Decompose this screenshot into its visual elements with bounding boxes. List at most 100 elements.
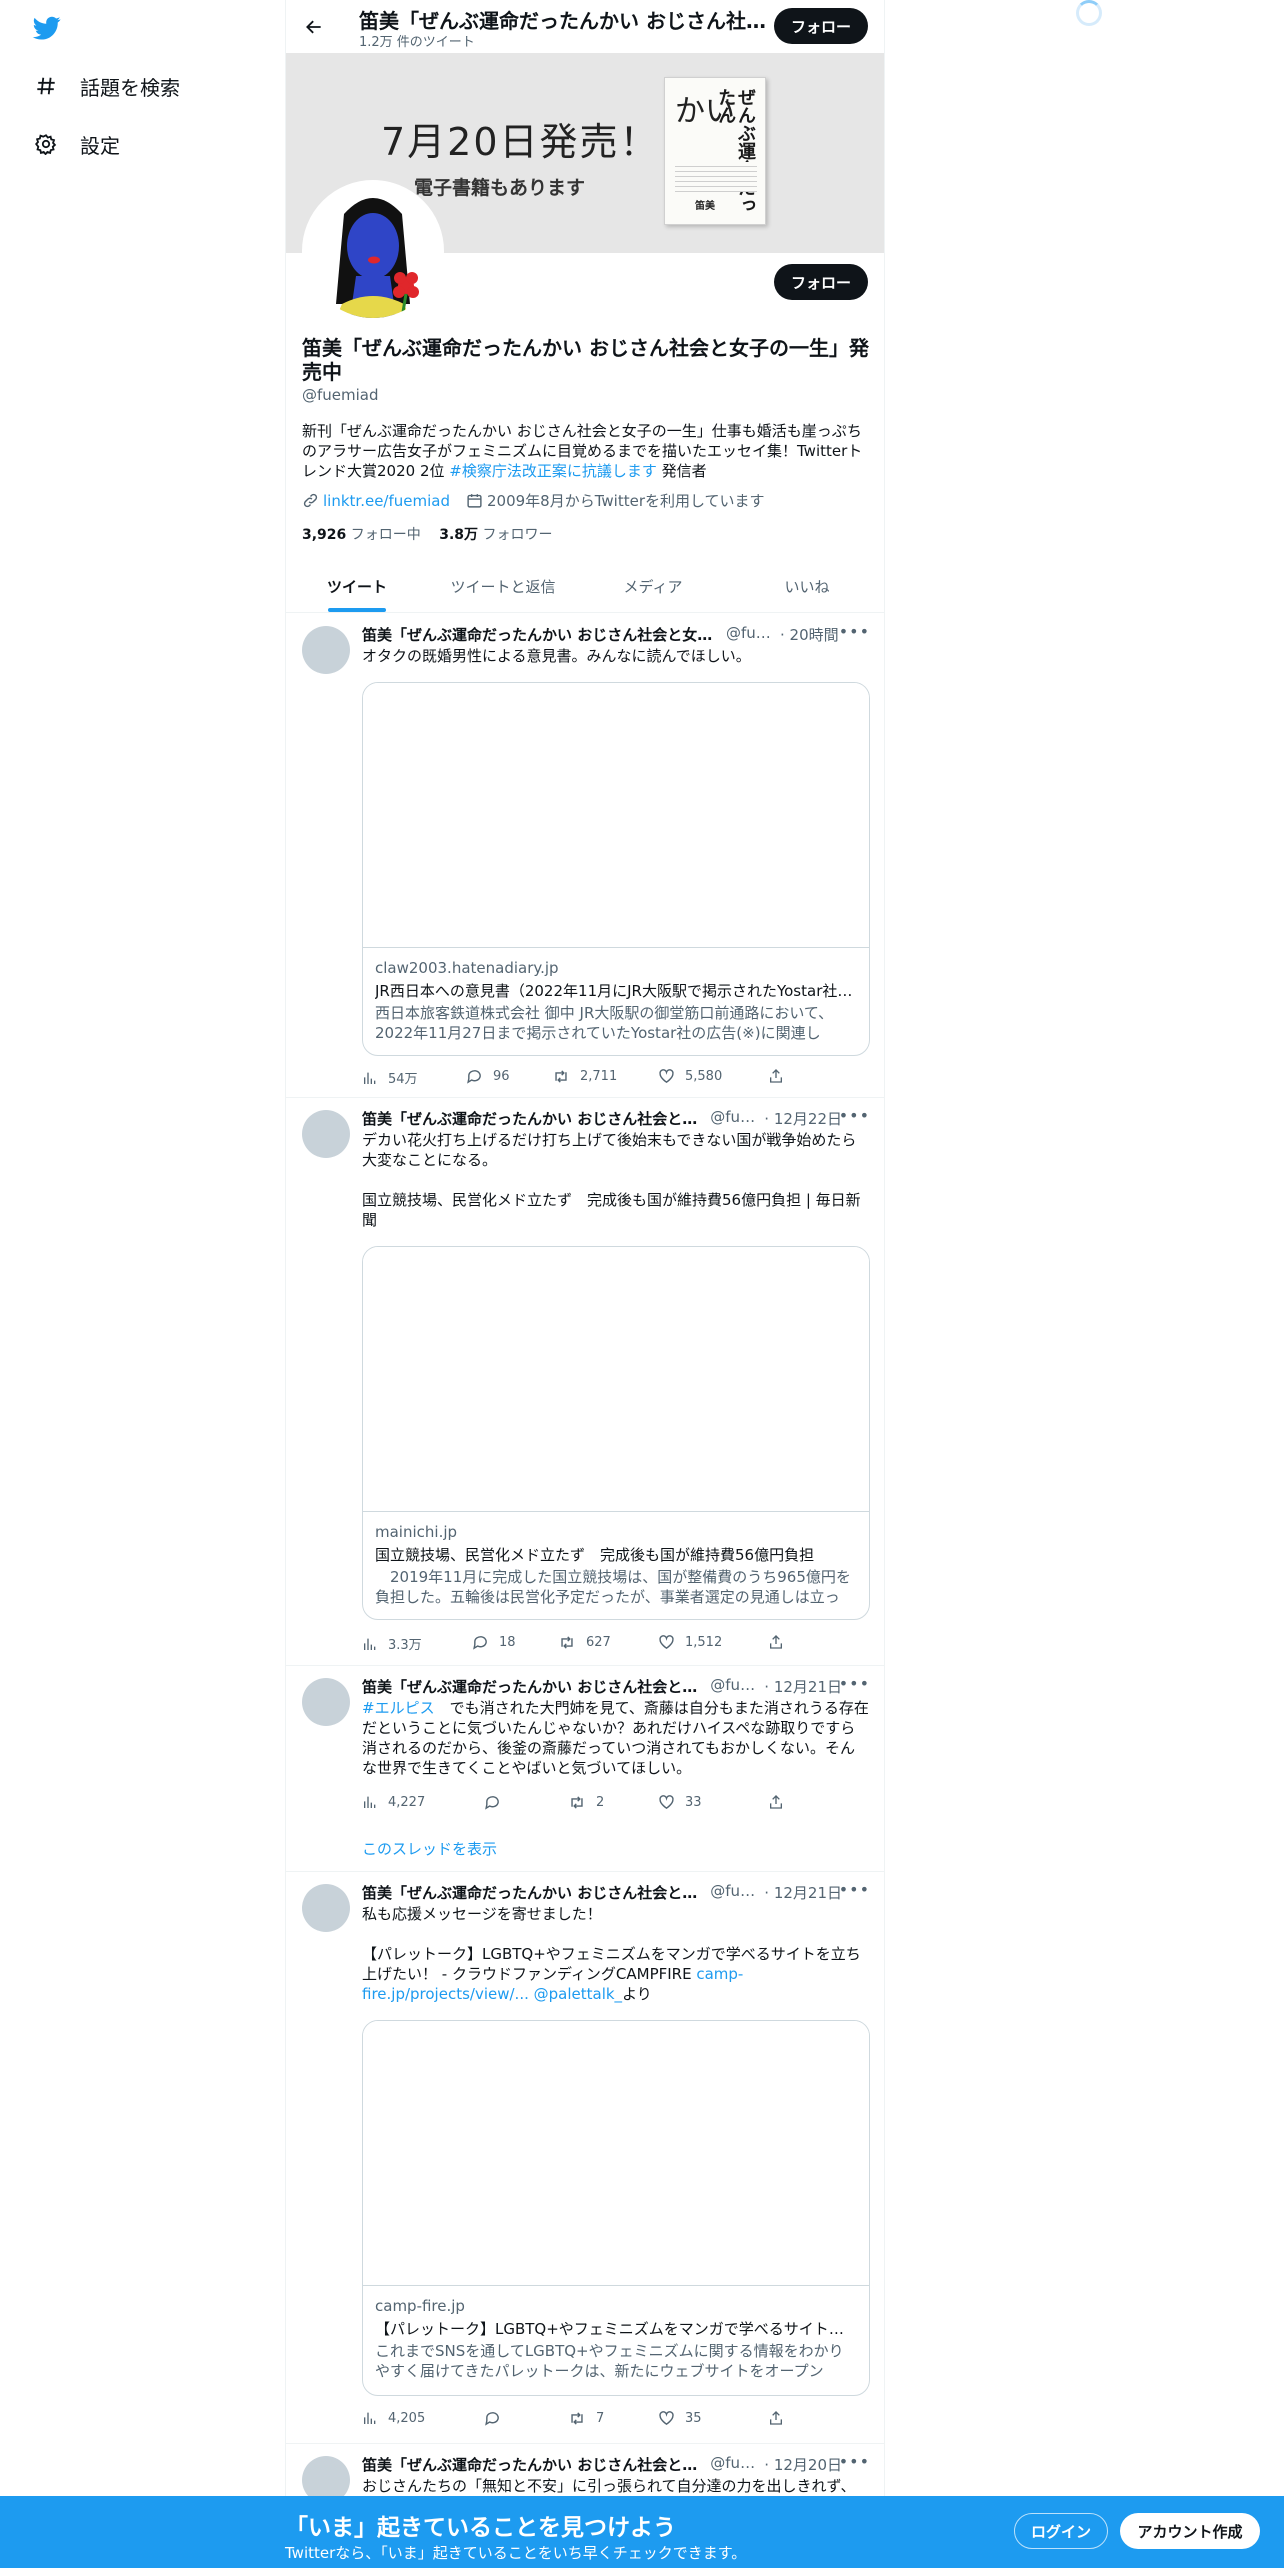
nav-settings-label: 設定	[80, 133, 120, 158]
following-link[interactable]: 3,926 フォロー中	[302, 527, 421, 543]
tweet-timestamp[interactable]: · 12月21日	[764, 1676, 842, 1697]
share-button[interactable]	[768, 2410, 784, 2426]
tweet-author-name[interactable]: 笛美「ぜんぶ運命だったんかい おじさん社会と女子の一生」発売中	[362, 1676, 706, 1697]
book-blurb-lines	[675, 162, 757, 192]
tweet[interactable]: 笛美「ぜんぶ運命だったんかい おじさん社会と女子の一生」発売中 @fuemiad…	[286, 1872, 884, 2444]
avatar[interactable]	[302, 1678, 350, 1726]
nav-explore[interactable]: 話題を検索	[34, 66, 180, 106]
share-button[interactable]	[768, 1068, 784, 1084]
tweet-header: 笛美「ぜんぶ運命だったんかい おじさん社会と女子の一生」発売中 @fuemiad…	[362, 2454, 842, 2475]
show-thread-link[interactable]: このスレッドを表示	[362, 1838, 497, 1859]
tweet-timestamp[interactable]: · 12月22日	[764, 1108, 842, 1129]
tweet-author-name[interactable]: 笛美「ぜんぶ運命だったんかい おじさん社会と女子の一生」発売中	[362, 624, 722, 645]
more-options-icon[interactable]: •••	[839, 622, 870, 641]
more-options-icon[interactable]: •••	[839, 1880, 870, 1899]
bio-hashtag-link[interactable]: #検察庁法改正案に抗議します	[449, 462, 657, 480]
active-tab-indicator	[328, 608, 386, 612]
avatar[interactable]	[302, 1884, 350, 1932]
retweet-icon	[571, 2412, 583, 2425]
link-card[interactable]: claw2003.hatenadiary.jp JR西日本への意見書（2022年…	[362, 682, 870, 1056]
tweet-header: 笛美「ぜんぶ運命だったんかい おじさん社会と女子の一生」発売中 @fuemiad…	[362, 1676, 842, 1697]
link-card[interactable]: camp-fire.jp 【パレットーク】LGBTQ+やフェミニズムをマンガで学…	[362, 2020, 870, 2396]
book-cover: ぜんぶ運命だったん かい 笛美	[664, 77, 766, 225]
reply-icon	[485, 2412, 499, 2426]
reply-button[interactable]	[484, 1794, 511, 1811]
more-options-icon[interactable]: •••	[839, 1106, 870, 1125]
like-button[interactable]: 35	[658, 2410, 702, 2427]
link-card-title: 国立競技場、民営化メド立たず 完成後も国が維持費56億円負担	[375, 1546, 815, 1564]
signup-banner-subtitle: Twitterなら、「いま」起きていることをいち早くチェックできます。	[285, 2544, 747, 2562]
back-arrow-icon[interactable]	[300, 13, 328, 41]
profile-follow-button[interactable]: フォロー	[774, 264, 868, 300]
analytics-icon	[364, 2412, 376, 2424]
profile-website-link[interactable]: linktr.ee/fuemiad	[323, 492, 450, 510]
tab-media[interactable]: メディア	[578, 560, 728, 613]
tweet[interactable]: 笛美「ぜんぶ運命だったんかい おじさん社会と女子の一生」発売中 @fuemiad…	[286, 1666, 884, 1872]
tweet-timestamp[interactable]: · 12月21日	[764, 1882, 842, 1903]
link-icon	[302, 492, 319, 509]
heart-icon	[659, 1795, 674, 1810]
like-count: 33	[685, 1795, 702, 1810]
nav-settings[interactable]: 設定	[34, 124, 120, 164]
profile-meta: linktr.ee/fuemiad 2009年8月からTwitterを利用してい…	[302, 490, 765, 511]
link-card-description: 2019年11月に完成した国立競技場は、国が整備費のうち965億円を負担した。五…	[375, 1568, 851, 1606]
retweet-count: 7	[596, 2411, 605, 2426]
tab-tweets-and-replies[interactable]: ツイートと返信	[428, 560, 578, 613]
tweet-author-name[interactable]: 笛美「ぜんぶ運命だったんかい おじさん社会と女子の一生」発売中	[362, 2454, 706, 2475]
link-card-description: 西日本旅客鉄道株式会社 御中 JR大阪駅の御堂筋口前通路において、2022年11…	[375, 1004, 834, 1042]
like-button[interactable]: 5,580	[658, 1068, 722, 1085]
followers-link[interactable]: 3.8万 フォロワー	[439, 527, 552, 543]
tweet[interactable]: 笛美「ぜんぶ運命だったんかい おじさん社会と女子の一生」発売中 @fuemiad…	[286, 614, 884, 1098]
views-button[interactable]: 54万	[362, 1068, 418, 1087]
twitter-logo-icon[interactable]	[31, 14, 63, 42]
heart-icon	[659, 1635, 674, 1650]
tweet[interactable]: 笛美「ぜんぶ運命だったんかい おじさん社会と女子の一生」発売中 @fuemiad…	[286, 1098, 884, 1666]
signup-banner: 「いま」起きていることを見つけよう Twitterなら、「いま」起きていることを…	[0, 2496, 1284, 2568]
views-button[interactable]: 4,227	[362, 1794, 425, 1810]
retweet-button[interactable]: 2,711	[552, 1068, 617, 1085]
tweet-author-handle[interactable]: @fuemiad	[710, 1676, 760, 1697]
link-card[interactable]: mainichi.jp 国立競技場、民営化メド立たず 完成後も国が維持費56億円…	[362, 1246, 870, 1620]
views-button[interactable]: 4,205	[362, 2410, 425, 2426]
tab-tweets[interactable]: ツイート	[286, 560, 428, 613]
reply-button[interactable]	[484, 2410, 511, 2427]
heart-icon	[659, 1069, 674, 1084]
share-icon	[770, 1635, 782, 1649]
like-button[interactable]: 1,512	[658, 1634, 722, 1651]
retweet-button[interactable]: 7	[568, 2410, 604, 2427]
signup-button[interactable]: アカウント作成	[1120, 2513, 1260, 2549]
tweet-author-handle[interactable]: @fuemiad	[710, 1882, 760, 1903]
retweet-button[interactable]: 627	[558, 1634, 611, 1651]
like-button[interactable]: 33	[658, 1794, 702, 1811]
tweet-timestamp[interactable]: · 12月20日	[764, 2454, 842, 2475]
tweet-author-handle[interactable]: @fuemiad	[710, 1108, 760, 1129]
tweet-author-name[interactable]: 笛美「ぜんぶ運命だったんかい おじさん社会と女子の一生」発売中	[362, 1108, 706, 1129]
retweet-button[interactable]: 2	[568, 1794, 604, 1811]
views-count: 4,205	[388, 2410, 426, 2426]
avatar[interactable]	[302, 1110, 350, 1158]
avatar[interactable]	[302, 626, 350, 674]
tab-likes[interactable]: いいね	[728, 560, 884, 613]
reply-button[interactable]: 18	[472, 1634, 516, 1651]
tweet-mention-link[interactable]: @palettalk_	[534, 1985, 622, 2003]
loading-spinner-icon	[1076, 0, 1102, 26]
header-follow-button[interactable]: フォロー	[774, 8, 868, 44]
more-options-icon[interactable]: •••	[839, 2452, 870, 2471]
book-author: 笛美	[695, 201, 715, 212]
tweet-text-tail: より	[622, 1985, 652, 2003]
views-button[interactable]: 3.3万	[362, 1634, 422, 1653]
tweet-timestamp[interactable]: · 20時間	[780, 624, 839, 645]
link-card-domain: camp-fire.jp	[375, 2297, 465, 2315]
login-button[interactable]: ログイン	[1014, 2513, 1108, 2549]
more-options-icon[interactable]: •••	[839, 1674, 870, 1693]
tweet-author-handle[interactable]: @fuemiad	[726, 624, 776, 645]
tweet-hashtag-link[interactable]: #エルピス	[362, 1699, 435, 1717]
reply-icon	[485, 1796, 499, 1810]
tweet-author-handle[interactable]: @fuemiad	[710, 2454, 760, 2475]
reply-button[interactable]: 96	[466, 1068, 510, 1085]
tweet-author-name[interactable]: 笛美「ぜんぶ運命だったんかい おじさん社会と女子の一生」発売中	[362, 1882, 706, 1903]
share-button[interactable]	[768, 1634, 784, 1650]
profile-avatar[interactable]	[302, 180, 444, 322]
share-button[interactable]	[768, 1794, 784, 1810]
retweet-icon	[561, 1636, 573, 1649]
